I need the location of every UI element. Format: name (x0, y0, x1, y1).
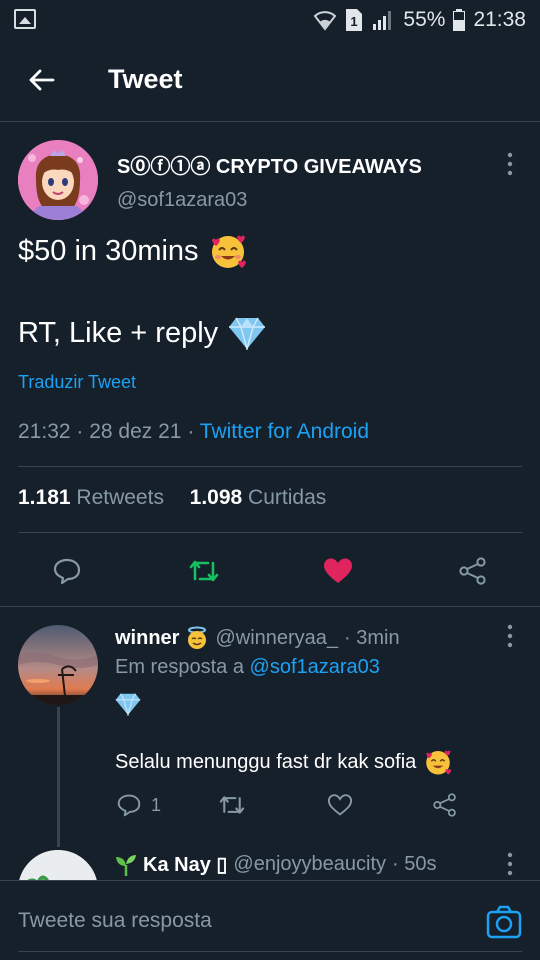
reply-header: Ka Nay ▯ @enjoyybeaucity · 50s (115, 852, 436, 877)
wifi-icon (313, 9, 337, 31)
likes-label: Curtidas (248, 486, 327, 509)
reply-age: · 50s (392, 853, 437, 875)
reply-author-handle[interactable]: @winneryaa_ (215, 627, 338, 650)
page-title: Tweet (108, 64, 183, 94)
seedling-icon (116, 854, 136, 876)
reply-avatar[interactable] (18, 625, 98, 705)
heart-filled-icon (324, 558, 352, 583)
reply-reply-count: 1 (151, 794, 162, 815)
reply-author-name[interactable]: winner (115, 627, 179, 650)
replying-to-mention[interactable]: @sof1azara03 (250, 656, 380, 678)
smiling-face-with-hearts-icon (211, 235, 246, 268)
smiling-face-with-halo-icon (188, 626, 207, 649)
tweet-more-options-button[interactable] (500, 150, 520, 178)
share-icon (459, 557, 486, 585)
reply-like-button[interactable] (327, 790, 353, 820)
battery-percent: 55% (403, 8, 446, 31)
sim-slot-icon: 1 (345, 8, 363, 32)
gem-stone-icon (229, 317, 266, 350)
author-avatar[interactable] (18, 140, 98, 220)
tweet-text-1: $50 in 30mins (18, 234, 199, 267)
reply-author-name-text: Ka Nay (143, 854, 211, 876)
reply-author-name[interactable]: Ka Nay ▯ (143, 852, 227, 877)
reply-text: Selalu menunggu fast dr kak sofia (115, 748, 452, 776)
reply-age: · 3min (344, 626, 400, 649)
tweet-text-line-2: RT, Like + reply (18, 316, 266, 350)
retweet-icon (219, 796, 245, 814)
reply-more-options-button[interactable] (500, 850, 520, 878)
translate-tweet-link[interactable]: Traduzir Tweet (18, 372, 136, 393)
divider (18, 466, 522, 467)
reply-share-button[interactable] (432, 790, 458, 820)
camera-icon (486, 905, 522, 939)
status-bar-right: 1 55% 21:38 (313, 6, 526, 34)
gallery-notification-icon (14, 9, 36, 29)
tweet-meta: 21:32 · 28 dez 21 · Twitter for Android (18, 420, 370, 443)
status-bar: 1 55% 21:38 (0, 0, 540, 40)
reply-compose-bar: Tweete sua resposta (0, 880, 540, 960)
reply-header: winner @winneryaa_ · 3min (115, 626, 400, 650)
retweets-stat[interactable]: 1.181 Retweets (18, 486, 164, 509)
back-button[interactable] (24, 62, 60, 98)
reply-compose-input[interactable]: Tweete sua resposta (18, 909, 458, 933)
tweet-text-line-1: $50 in 30mins (18, 232, 247, 270)
reply-retweet-button[interactable] (218, 790, 246, 820)
tweet-time: 21:32 (18, 420, 71, 443)
more-vertical-icon (507, 624, 513, 648)
replying-to-label: Em resposta a (115, 656, 244, 678)
retweets-count: 1.181 (18, 486, 71, 509)
reply-more-options-button[interactable] (500, 622, 520, 650)
retweet-icon (189, 560, 219, 582)
reply-icon (117, 794, 141, 817)
reply-body-text: Selalu menunggu fast dr kak sofia (115, 750, 417, 773)
replying-to: Em resposta a @sof1azara03 (115, 656, 380, 679)
camera-button[interactable] (486, 905, 522, 941)
tweet-text-2: RT, Like + reply (18, 316, 219, 349)
reply-button[interactable] (47, 551, 87, 591)
author-handle[interactable]: @sof1azara03 (117, 189, 247, 212)
share-button[interactable] (453, 551, 493, 591)
reply-author-name-suffix: ▯ (216, 854, 228, 876)
gem-stone-icon (115, 693, 141, 716)
clock: 21:38 (473, 8, 526, 31)
heart-outline-icon (327, 794, 353, 816)
arrow-left-icon (29, 69, 55, 91)
divider (0, 606, 540, 607)
retweets-label: Retweets (76, 486, 164, 509)
signal-icon (371, 9, 395, 31)
smiling-face-with-hearts-icon (426, 750, 452, 775)
reply-author-handle[interactable]: @enjoyybeaucity (233, 853, 386, 876)
likes-count: 1.098 (189, 486, 243, 509)
tweet-stats: 1.181 Retweets 1.098 Curtidas (18, 486, 326, 510)
more-vertical-icon (507, 152, 513, 176)
reply-icon (53, 558, 81, 585)
battery-icon (453, 9, 466, 31)
thread-line (57, 707, 60, 847)
top-app-bar: Tweet (0, 40, 540, 122)
likes-stat[interactable]: 1.098 Curtidas (190, 486, 327, 509)
more-vertical-icon (507, 852, 513, 876)
retweet-button[interactable] (184, 551, 224, 591)
reply-gem-line (115, 692, 141, 716)
author-name[interactable]: S⓪ⓕ①ⓐ CRYPTO GIVEAWAYS (117, 150, 422, 179)
tweet-date: 28 dez 21 (89, 420, 182, 443)
share-icon (433, 793, 456, 817)
like-button[interactable] (318, 551, 358, 591)
sim-slot-label: 1 (351, 14, 358, 29)
reply-reply-button[interactable]: 1 (117, 790, 161, 820)
divider (18, 532, 522, 533)
compose-underline (18, 951, 522, 952)
tweet-source-link[interactable]: Twitter for Android (200, 420, 369, 443)
